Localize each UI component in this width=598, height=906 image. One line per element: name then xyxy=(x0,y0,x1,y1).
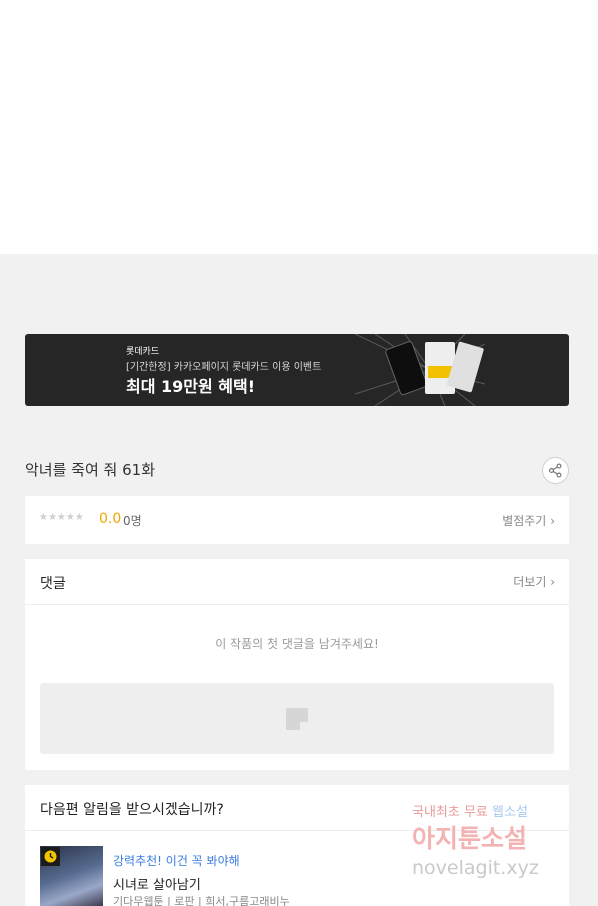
watermark-line3: novelagit.xyz xyxy=(412,857,539,879)
chevron-right-icon: › xyxy=(550,514,555,528)
recommend-thumbnail[interactable] xyxy=(40,846,103,906)
episode-title: 악녀를 죽여 줘 61화 xyxy=(25,461,155,479)
comments-empty-message: 이 작품의 첫 댓글을 남겨주세요! xyxy=(215,637,379,651)
notify-question: 다음편 알림을 받으시겠습니까? xyxy=(40,802,224,818)
rate-button[interactable]: 별점주기 › xyxy=(502,512,555,529)
chevron-right-icon: › xyxy=(550,575,555,589)
ad-banner[interactable]: 롯데카드 [기간한정] 카카오페이지 롯데카드 이용 이벤트 최대 19만원 혜… xyxy=(25,334,569,406)
rating-count: 0명 xyxy=(123,514,142,528)
watermark-line1: 국내최초 무료 웹소설 xyxy=(412,805,528,820)
watermark: 국내최초 무료 웹소설 아지툰소설 novelagit.xyz xyxy=(412,801,582,901)
comment-input-box[interactable] xyxy=(40,683,554,754)
document-icon xyxy=(286,708,308,730)
clock-icon xyxy=(44,850,57,863)
watermark-line2: 아지툰소설 xyxy=(412,824,528,853)
banner-brand: 롯데카드 xyxy=(126,347,160,357)
divider xyxy=(25,604,569,605)
banner-headline: 최대 19만원 혜택! xyxy=(126,377,256,396)
recommend-title[interactable]: 시녀로 살아남기 xyxy=(113,874,201,893)
comments-panel: 댓글 더보기 › 이 작품의 첫 댓글을 남겨주세요! xyxy=(25,559,569,770)
recommend-label[interactable]: 강력추천! 이건 꼭 봐야해 xyxy=(113,852,240,869)
rate-label: 별점주기 xyxy=(502,514,547,528)
comments-header: 댓글 xyxy=(40,576,66,592)
share-icon xyxy=(549,463,562,478)
more-label: 더보기 xyxy=(513,575,547,589)
banner-subtitle: [기간한정] 카카오페이지 롯데카드 이용 이벤트 xyxy=(126,362,322,373)
card-image-icon xyxy=(355,334,485,406)
rating-stars[interactable]: ★★★★★ xyxy=(39,512,84,523)
rating-score: 0.0 xyxy=(99,511,122,527)
rating-panel: ★★★★★ 0.0 0명 별점주기 › xyxy=(25,496,569,544)
content-area xyxy=(0,0,598,254)
comments-more-link[interactable]: 더보기 › xyxy=(513,573,555,590)
wait-free-badge xyxy=(41,847,60,866)
share-button[interactable] xyxy=(542,457,569,484)
recommend-meta: 기다무웹툰 | 로판 | 희서,구름고래비누 xyxy=(113,895,290,906)
